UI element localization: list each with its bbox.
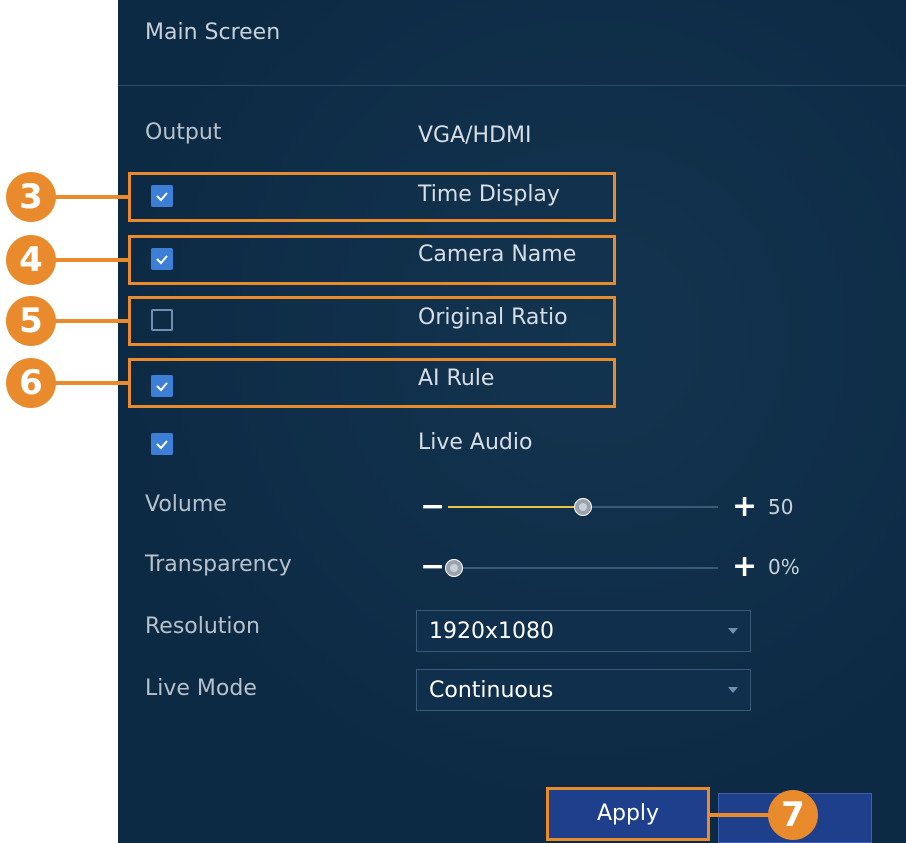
original-ratio-checkbox[interactable]	[151, 309, 173, 331]
live-mode-select[interactable]: Continuous	[416, 669, 751, 711]
header-divider	[118, 85, 906, 86]
transparency-label: Transparency	[145, 552, 292, 577]
live-mode-selected-value: Continuous	[429, 678, 554, 703]
volume-increase-button[interactable]: +	[732, 492, 757, 522]
transparency-decrease-button[interactable]: −	[420, 552, 445, 582]
callout-badge-3: 3	[6, 172, 56, 222]
volume-value: 50	[768, 495, 794, 519]
check-icon	[156, 255, 168, 265]
callout-badge-7: 7	[768, 790, 818, 840]
volume-slider-handle[interactable]	[574, 498, 592, 516]
transparency-value: 0%	[768, 555, 800, 579]
time-display-checkbox[interactable]	[151, 185, 173, 207]
dropdown-arrow-icon	[728, 628, 738, 634]
callout-badge-6: 6	[6, 358, 56, 408]
resolution-select[interactable]: 1920x1080	[416, 610, 751, 652]
check-icon	[156, 192, 168, 202]
highlight-box-apply	[546, 787, 710, 841]
transparency-increase-button[interactable]: +	[732, 552, 757, 582]
live-audio-checkbox[interactable]	[151, 433, 173, 455]
callout-connector-3	[54, 195, 129, 199]
time-display-label: Time Display	[418, 182, 560, 207]
check-icon	[156, 440, 168, 450]
callout-badge-5: 5	[6, 296, 56, 346]
original-ratio-label: Original Ratio	[418, 305, 568, 330]
camera-name-checkbox[interactable]	[151, 248, 173, 270]
callout-connector-4	[54, 258, 129, 262]
transparency-slider-track[interactable]	[448, 567, 718, 569]
live-audio-label: Live Audio	[418, 430, 533, 455]
output-value: VGA/HDMI	[418, 123, 532, 148]
check-icon	[156, 382, 168, 392]
transparency-slider-handle[interactable]	[445, 559, 463, 577]
ai-rule-label: AI Rule	[418, 366, 495, 391]
output-label: Output	[145, 120, 222, 145]
callout-badge-4: 4	[6, 235, 56, 285]
ai-rule-checkbox[interactable]	[151, 375, 173, 397]
highlight-box-ai-rule	[128, 358, 616, 408]
dropdown-arrow-icon	[728, 687, 738, 693]
volume-label: Volume	[145, 492, 227, 517]
camera-name-label: Camera Name	[418, 242, 577, 267]
callout-connector-5	[54, 319, 129, 323]
page-title: Main Screen	[145, 20, 281, 45]
live-mode-label: Live Mode	[145, 676, 257, 701]
volume-decrease-button[interactable]: −	[420, 492, 445, 522]
resolution-selected-value: 1920x1080	[429, 619, 554, 644]
volume-slider-fill	[448, 506, 583, 508]
callout-connector-7	[710, 813, 772, 817]
resolution-label: Resolution	[145, 614, 260, 639]
callout-connector-6	[54, 381, 129, 385]
